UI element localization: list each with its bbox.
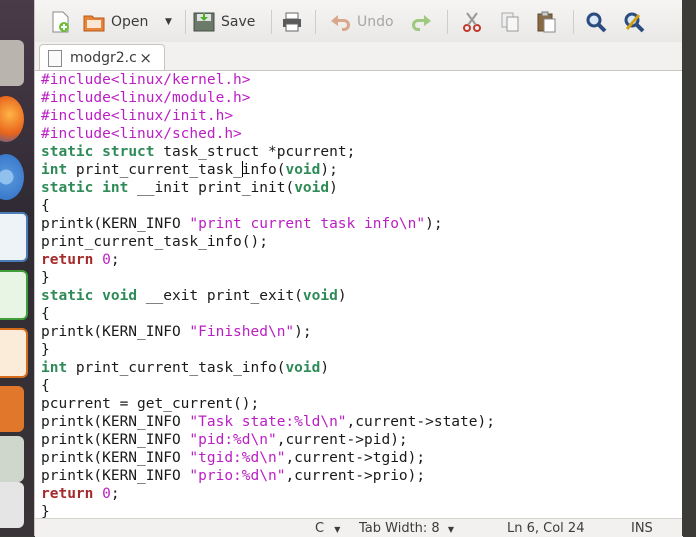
- save-label: Save: [221, 14, 256, 30]
- code-line[interactable]: }: [41, 503, 495, 519]
- toolbar-separator: [447, 10, 448, 34]
- dropdown-arrow-icon: ▼: [447, 525, 454, 534]
- code-line[interactable]: #include<linux/init.h>: [41, 107, 495, 125]
- new-button[interactable]: [49, 8, 71, 36]
- language-label: C: [315, 521, 325, 536]
- code-line[interactable]: printk(KERN_INFO "Finished\n");: [41, 323, 495, 341]
- toolbar-separator: [271, 10, 272, 34]
- copy-icon: [501, 12, 519, 32]
- text-editor-area[interactable]: #include<linux/kernel.h> #include<linux/m…: [35, 70, 683, 519]
- cut-icon: [463, 12, 481, 32]
- files-launcher-icon[interactable]: [0, 40, 24, 86]
- insert-mode: INS: [631, 521, 653, 536]
- open-button[interactable]: Open: [83, 8, 148, 36]
- paste-icon: [537, 11, 556, 33]
- code-line[interactable]: pcurrent = get_current();: [41, 395, 495, 413]
- print-icon: [283, 12, 301, 32]
- code-line[interactable]: #include<linux/sched.h>: [41, 125, 495, 143]
- gedit-window: Open ▼ Save Undo modgr2.c × #include<lin…: [34, 0, 684, 537]
- system-launcher-icon[interactable]: [0, 436, 24, 482]
- undo-icon: [331, 15, 350, 31]
- desktop-background: [682, 0, 696, 536]
- toolbar: Open ▼ Save Undo: [35, 0, 683, 42]
- tab-width-label: Tab Width: 8: [359, 521, 440, 536]
- calc-launcher-icon[interactable]: [0, 270, 28, 320]
- firefox-launcher-icon[interactable]: [0, 96, 24, 142]
- tab-width-selector[interactable]: Tab Width: 8 ▼: [359, 521, 454, 536]
- search-icon: [586, 12, 607, 33]
- cut-button[interactable]: [461, 8, 483, 36]
- code-line[interactable]: {: [41, 305, 495, 323]
- print-button[interactable]: [281, 8, 303, 36]
- code-line[interactable]: printk(KERN_INFO "Task state:%ld\n",curr…: [41, 413, 495, 431]
- unity-launcher: [0, 0, 34, 536]
- undo-label: Undo: [357, 14, 394, 30]
- tab-document[interactable]: modgr2.c ×: [39, 44, 165, 71]
- paste-button[interactable]: [535, 8, 557, 36]
- code-line[interactable]: int print_current_task_info(void);: [41, 161, 495, 179]
- dropdown-arrow-icon: ▼: [165, 17, 172, 27]
- code-line[interactable]: return 0;: [41, 251, 495, 269]
- code-line[interactable]: static void __exit print_exit(void): [41, 287, 495, 305]
- code-line[interactable]: static int __init print_init(void): [41, 179, 495, 197]
- code-line[interactable]: printk(KERN_INFO "prio:%d\n",current->pr…: [41, 467, 495, 485]
- toolbar-separator: [315, 10, 316, 34]
- redo-button[interactable]: [411, 8, 433, 36]
- writer-launcher-icon[interactable]: [0, 212, 28, 262]
- open-label: Open: [111, 14, 149, 30]
- tab-filename: modgr2.c: [70, 50, 137, 66]
- code-line[interactable]: {: [41, 197, 495, 215]
- code-line[interactable]: printk(KERN_INFO "pid:%d\n",current->pid…: [41, 431, 495, 449]
- save-icon: [193, 12, 215, 32]
- code-line[interactable]: printk(KERN_INFO "tgid:%d\n",current->tg…: [41, 449, 495, 467]
- document-tabbar: modgr2.c ×: [35, 42, 683, 71]
- code-line[interactable]: }: [41, 341, 495, 359]
- save-button[interactable]: Save: [193, 8, 255, 36]
- text-file-icon: [48, 49, 62, 67]
- code-view[interactable]: #include<linux/kernel.h> #include<linux/m…: [41, 71, 495, 519]
- copy-button[interactable]: [499, 8, 521, 36]
- chromium-launcher-icon[interactable]: [0, 154, 24, 200]
- language-selector[interactable]: C ▼: [315, 521, 340, 536]
- code-line[interactable]: }: [41, 269, 495, 287]
- code-line[interactable]: #include<linux/module.h>: [41, 89, 495, 107]
- code-line[interactable]: int print_current_task_info(void): [41, 359, 495, 377]
- open-recent-dropdown[interactable]: ▼: [165, 8, 172, 36]
- redo-icon: [412, 15, 431, 31]
- code-line[interactable]: print_current_task_info();: [41, 233, 495, 251]
- new-document-icon: [52, 11, 69, 33]
- replace-icon: [624, 12, 645, 33]
- find-button[interactable]: [585, 8, 607, 36]
- undo-button[interactable]: Undo: [329, 8, 394, 36]
- text-editor-launcher-icon[interactable]: [0, 482, 24, 528]
- code-line[interactable]: return 0;: [41, 485, 495, 503]
- impress-launcher-icon[interactable]: [0, 328, 28, 378]
- toolbar-separator: [573, 10, 574, 34]
- close-icon[interactable]: ×: [139, 49, 152, 67]
- cursor-position: Ln 6, Col 24: [507, 521, 585, 536]
- status-bar: C ▼ Tab Width: 8 ▼ Ln 6, Col 24 INS: [35, 518, 683, 537]
- code-line[interactable]: {: [41, 377, 495, 395]
- text-cursor: [241, 161, 243, 177]
- toolbar-separator: [185, 10, 186, 34]
- software-center-launcher-icon[interactable]: [0, 386, 24, 432]
- code-line[interactable]: printk(KERN_INFO "print current task inf…: [41, 215, 495, 233]
- code-line[interactable]: #include<linux/kernel.h>: [41, 71, 495, 89]
- code-line[interactable]: static struct task_struct *pcurrent;: [41, 143, 495, 161]
- dropdown-arrow-icon: ▼: [334, 525, 341, 534]
- open-folder-icon: [83, 15, 105, 32]
- replace-button[interactable]: [623, 8, 645, 36]
